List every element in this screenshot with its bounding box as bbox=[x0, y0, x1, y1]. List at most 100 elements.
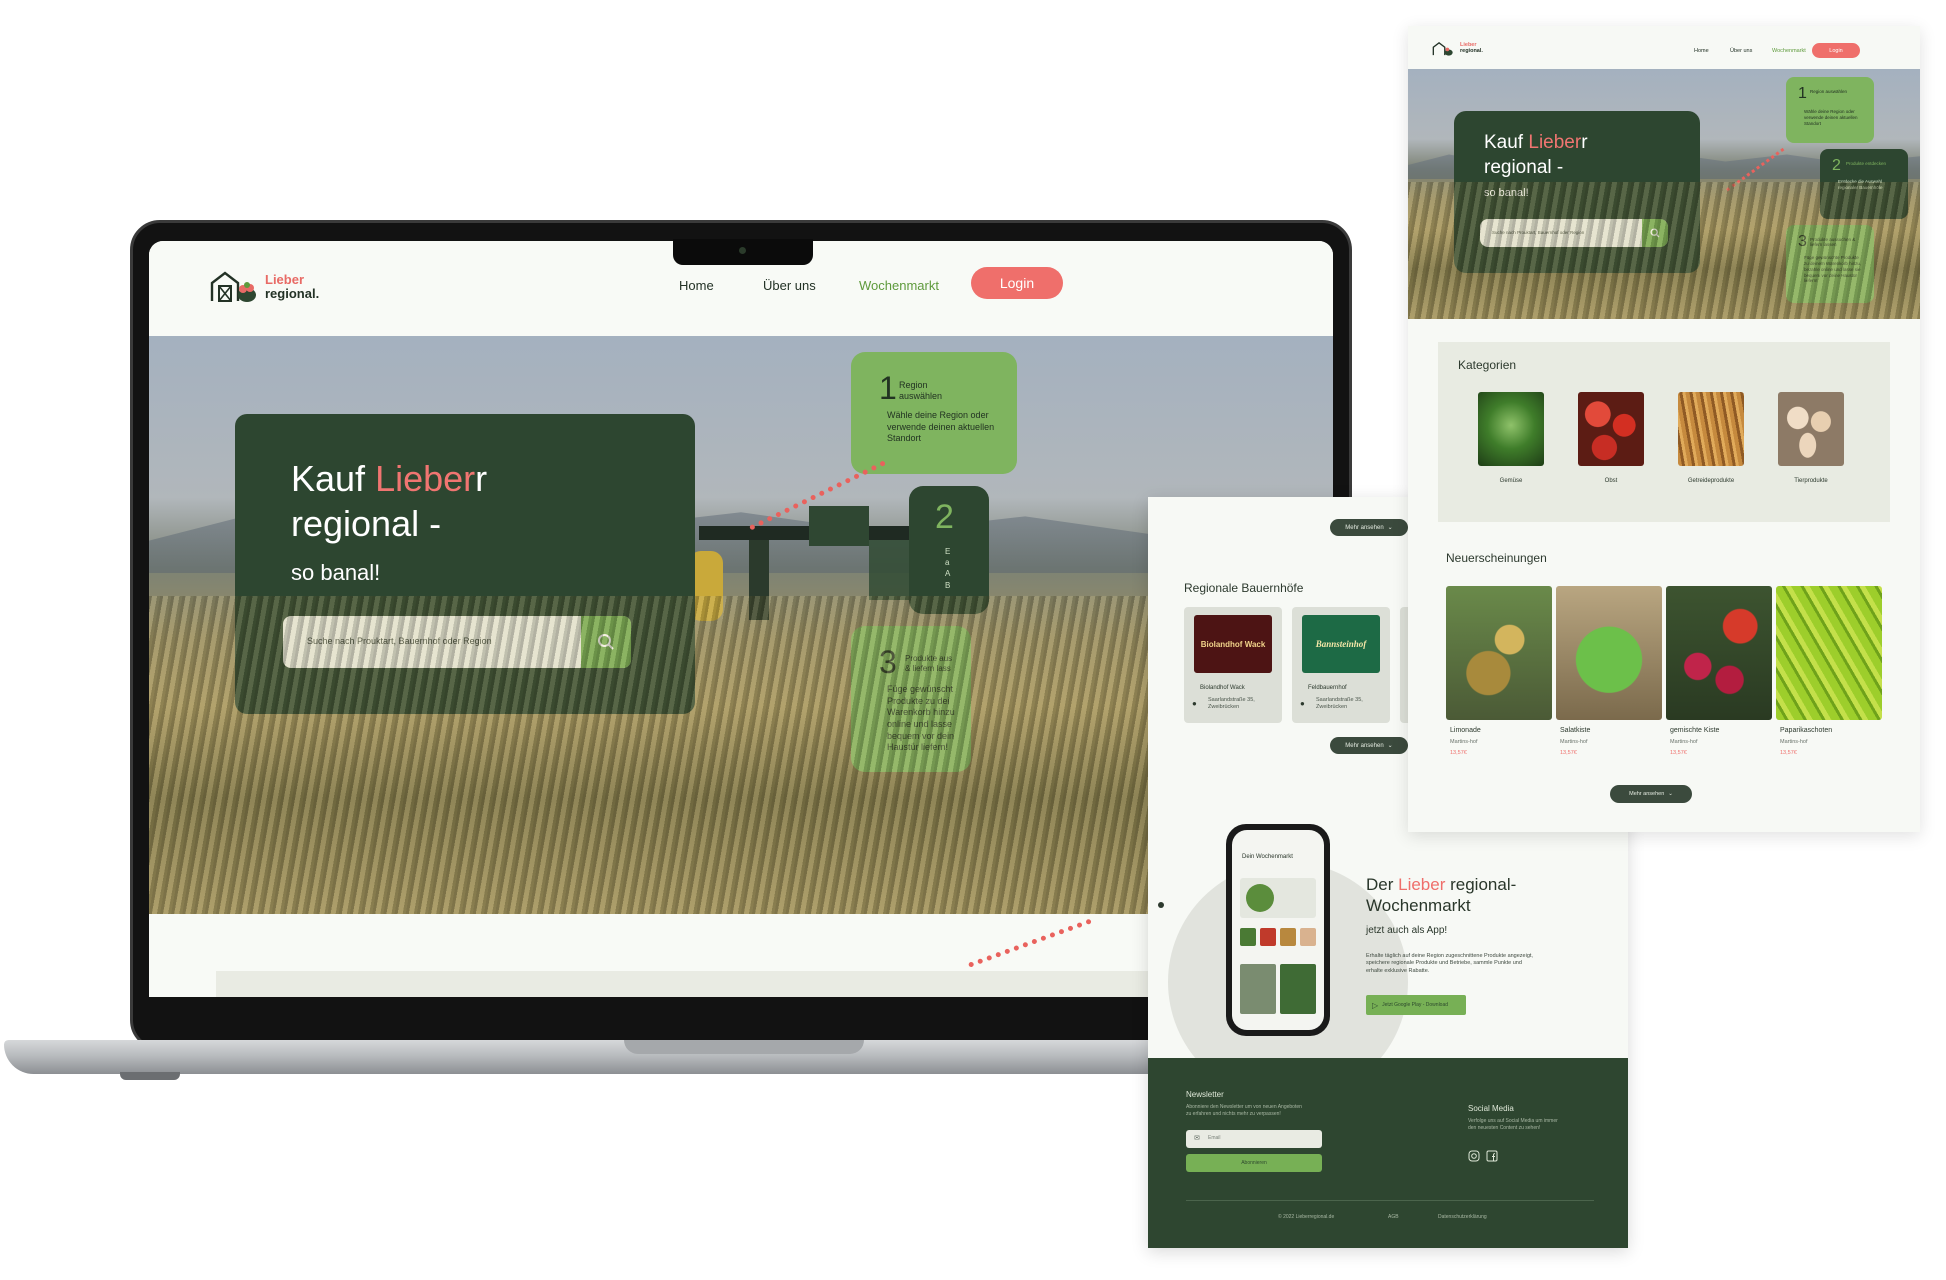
login-button[interactable]: Login bbox=[971, 267, 1063, 299]
step-1-title: Region auswählen bbox=[899, 380, 943, 401]
mail-icon: ✉ bbox=[1194, 1135, 1200, 1142]
footer-agb-link[interactable]: AGB bbox=[1388, 1214, 1399, 1220]
chevron-down-icon: ⌄ bbox=[1668, 791, 1673, 797]
categories-title: Kategorien bbox=[1458, 358, 1517, 372]
product-name: gemischte Kiste bbox=[1670, 727, 1720, 734]
search-input[interactable]: Suche nach Prouktart, Bauernhof oder Reg… bbox=[1492, 230, 1584, 235]
product-image[interactable] bbox=[1666, 586, 1772, 720]
step-2-desc: E a A B bbox=[945, 547, 951, 590]
nav-about[interactable]: Über uns bbox=[1730, 48, 1752, 54]
app-title-highlight: Lieber bbox=[1398, 875, 1446, 894]
category-image-fruit[interactable] bbox=[1578, 392, 1644, 466]
farms-title: Regionale Bauernhöfe bbox=[1184, 581, 1304, 595]
product-farm: Martins-hof bbox=[1780, 739, 1808, 745]
search-icon bbox=[598, 634, 614, 650]
barn-logo-icon bbox=[1432, 42, 1453, 56]
farm-logo: Biolandhof Wack bbox=[1194, 615, 1272, 673]
product-price: 13,57€ bbox=[1560, 750, 1577, 756]
category-image-vegetables[interactable] bbox=[1478, 392, 1544, 466]
hero-section: Kauf Lieberr regional - so banal! Suche … bbox=[1408, 69, 1920, 319]
barn-logo-icon bbox=[210, 271, 256, 302]
search-button[interactable] bbox=[1642, 219, 1668, 247]
subscribe-button[interactable]: Abonnieren bbox=[1186, 1154, 1322, 1172]
step-card-3: 3 Produkte aus & liefern lass Füge gewün… bbox=[851, 626, 971, 772]
categories-section: Kategorien Gemüse Obst Getreideprodukte … bbox=[1438, 342, 1890, 522]
camera-icon bbox=[739, 247, 746, 254]
category-image-animal[interactable] bbox=[1778, 392, 1844, 466]
phone-mockup: Dein Wochenmarkt bbox=[1226, 824, 1330, 1036]
product-name: Paparikaschoten bbox=[1780, 727, 1833, 734]
step-2-title: Produkte entdecken bbox=[1846, 161, 1887, 166]
email-placeholder: Email bbox=[1208, 1135, 1221, 1141]
product-price: 13,57€ bbox=[1780, 750, 1797, 756]
more-button-farms[interactable]: Mehr ansehen ⌄ bbox=[1330, 737, 1408, 754]
category-label: Gemüse bbox=[1499, 478, 1523, 484]
farm-card[interactable]: Bannsteinhof Feldbauernhof ● Saarlandstr… bbox=[1292, 607, 1390, 723]
app-description: Erhalte täglich auf deine Region zugesch… bbox=[1366, 953, 1533, 974]
more-button-top[interactable]: Mehr ansehen ⌄ bbox=[1330, 519, 1408, 536]
site-logo[interactable]: Lieber regional. bbox=[1432, 41, 1483, 57]
hero-subtitle: so banal! bbox=[1484, 187, 1529, 199]
app-title: Der Lieber regional- Wochenmarkt bbox=[1366, 875, 1517, 915]
search-button[interactable] bbox=[581, 616, 631, 668]
step-1-number: 1 bbox=[879, 370, 897, 406]
step-3-desc: Füge gewünscht Produkte zu dei Warenkorb… bbox=[887, 684, 955, 753]
play-icon: ▷ bbox=[1372, 1000, 1379, 1010]
product-image[interactable] bbox=[1446, 586, 1552, 720]
step-2-desc: Entdecke die Auswahl regionaler Bauernhö… bbox=[1838, 179, 1883, 190]
category-image-grain[interactable] bbox=[1678, 392, 1744, 466]
chevron-down-icon: ⌄ bbox=[1387, 743, 1393, 749]
product-farm: Martins-hof bbox=[1670, 739, 1698, 745]
category-label: Tierprodukte bbox=[1794, 478, 1828, 484]
footer-privacy-link[interactable]: Datenschutzerklärung bbox=[1438, 1214, 1487, 1220]
step-card-2: 2 Produkte entdecken Entdecke die Auswah… bbox=[1820, 149, 1908, 219]
product-image[interactable] bbox=[1556, 586, 1662, 720]
instagram-icon[interactable] bbox=[1468, 1150, 1480, 1162]
product-farm: Martins-hof bbox=[1450, 739, 1478, 745]
decorative-dot bbox=[1158, 902, 1164, 908]
more-button-products[interactable]: Mehr ansehen ⌄ bbox=[1610, 785, 1692, 803]
nav-home[interactable]: Home bbox=[679, 278, 714, 293]
farm-card[interactable]: Biolandhof Wack Biolandhof Wack ● Saarla… bbox=[1184, 607, 1282, 723]
step-1-desc: Wähle deine Region oder verwende deinen … bbox=[1804, 109, 1858, 126]
search-icon bbox=[1650, 228, 1660, 238]
hero-subtitle: so banal! bbox=[291, 560, 381, 585]
hero-title-highlight: Lieber bbox=[1528, 132, 1582, 153]
product-name: Limonade bbox=[1450, 727, 1481, 734]
search-bar: Suche nach Prouktart, Bauernhof oder Reg… bbox=[1480, 219, 1668, 247]
hero-title-highlight: Lieber bbox=[375, 458, 476, 499]
phone-title: Dein Wochenmarkt bbox=[1242, 854, 1293, 860]
category-label: Obst bbox=[1604, 478, 1618, 484]
farm-name: Biolandhof Wack bbox=[1200, 685, 1245, 691]
nav-market[interactable]: Wochenmarkt bbox=[1772, 48, 1806, 54]
right-page-mockup: Lieber regional. Home Über uns Wochenmar… bbox=[1408, 26, 1920, 832]
step-3-number: 3 bbox=[1798, 233, 1807, 250]
site-logo[interactable]: Lieber regional. bbox=[209, 269, 319, 305]
login-button[interactable]: Login bbox=[1812, 43, 1860, 58]
nav-home[interactable]: Home bbox=[1694, 48, 1709, 54]
nav-about[interactable]: Über uns bbox=[763, 278, 816, 293]
product-image[interactable] bbox=[1776, 586, 1882, 720]
step-card-2: 2 E a A B bbox=[909, 486, 989, 614]
phone-featured-card bbox=[1240, 878, 1316, 918]
google-play-button[interactable]: ▷ Jetzt Google Play - Download bbox=[1366, 995, 1466, 1015]
logo-line2: regional. bbox=[1460, 48, 1483, 54]
newsletter-desc: Abonniere den Newsletter um von neuen An… bbox=[1186, 1104, 1302, 1117]
step-3-title: Produkte aussuchen & liefern lassen bbox=[1810, 237, 1856, 248]
newsletter-email-field[interactable]: ✉ Email bbox=[1186, 1130, 1322, 1148]
step-1-desc: Wähle deine Region oder verwende deinen … bbox=[887, 410, 995, 444]
nav-market[interactable]: Wochenmarkt bbox=[859, 278, 939, 293]
step-card-1: 1 Region auswählen Wähle deine Region od… bbox=[1786, 77, 1874, 143]
logo-line1: Lieber bbox=[265, 272, 305, 288]
farm-address: Saarlandstraße 35, Zweibrücken bbox=[1208, 697, 1255, 710]
hero-card: Kauf Lieberr regional - so banal! Suche … bbox=[235, 414, 695, 714]
search-input[interactable]: Suche nach Prouktart, Bauernhof oder Reg… bbox=[307, 636, 492, 646]
step-card-3: 3 Produkte aussuchen & liefern lassen Fü… bbox=[1786, 225, 1874, 303]
location-pin-icon: ● bbox=[1192, 699, 1197, 708]
newsletter-title: Newsletter bbox=[1186, 1090, 1224, 1099]
step-3-desc: Füge gewünschte Produkte zu deinem Waren… bbox=[1804, 255, 1862, 284]
logo-line2: regional. bbox=[265, 286, 320, 301]
facebook-icon[interactable] bbox=[1486, 1150, 1498, 1162]
search-bar: Suche nach Prouktart, Bauernhof oder Reg… bbox=[283, 616, 631, 668]
farm-name: Feldbauernhof bbox=[1308, 685, 1347, 691]
